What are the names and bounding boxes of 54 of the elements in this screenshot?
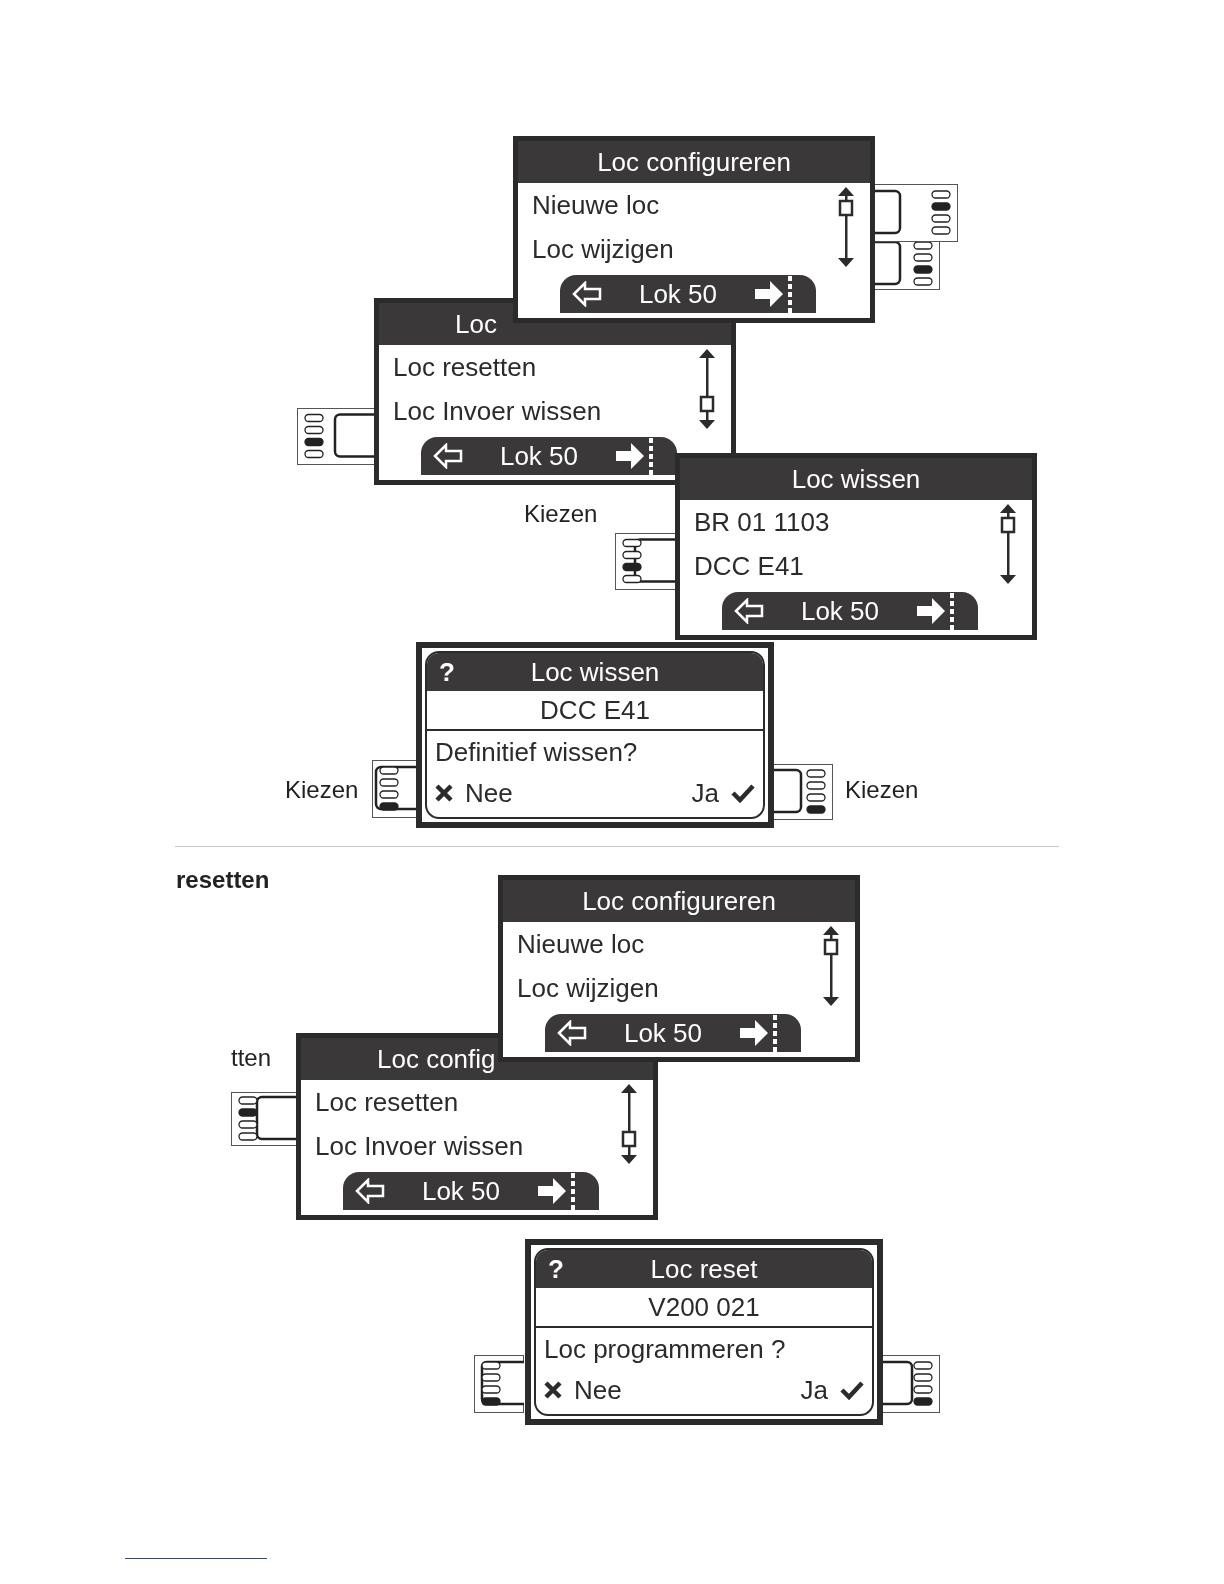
loco-tab[interactable]: Lok 50 bbox=[545, 1014, 801, 1052]
loco-tab[interactable]: Lok 50 bbox=[343, 1172, 599, 1210]
section-heading: resetten bbox=[176, 866, 270, 893]
check-icon bbox=[731, 783, 755, 803]
caption-text: tten bbox=[231, 1044, 272, 1071]
cross-icon bbox=[435, 784, 453, 802]
right-arrow-icon[interactable] bbox=[537, 1172, 577, 1210]
scrollbar-icon bbox=[821, 926, 841, 1006]
right-arrow-icon[interactable] bbox=[739, 1014, 779, 1052]
left-arrow-icon[interactable] bbox=[572, 281, 602, 307]
check-icon bbox=[840, 1380, 864, 1400]
left-arrow-icon[interactable] bbox=[433, 443, 463, 469]
caption-text: Kiezen bbox=[845, 776, 919, 803]
caption-text: Kiezen bbox=[285, 776, 359, 803]
menu-item[interactable]: Loc resetten bbox=[315, 1080, 619, 1124]
loco-name: DCC E41 bbox=[427, 691, 763, 731]
scrollbar-icon bbox=[697, 349, 717, 429]
caption-text: Kiezen bbox=[524, 500, 598, 527]
cross-icon bbox=[544, 1381, 562, 1399]
left-arrow-icon[interactable] bbox=[355, 1178, 385, 1204]
loco-tab[interactable]: Lok 50 bbox=[560, 275, 816, 313]
dialog-title: Loc wissen bbox=[529, 656, 661, 688]
menu-item[interactable]: Loc Invoer wissen bbox=[393, 389, 697, 433]
menu-item[interactable]: Loc wijzigen bbox=[532, 227, 836, 271]
screen-title: Loc wissen bbox=[680, 458, 1032, 500]
right-arrow-icon[interactable] bbox=[615, 437, 655, 475]
left-arrow-icon[interactable] bbox=[557, 1020, 587, 1046]
question-text: Loc programmeren ? bbox=[543, 1333, 787, 1366]
scrollbar-icon bbox=[619, 1084, 639, 1164]
menu-item[interactable]: Loc wijzigen bbox=[517, 966, 821, 1010]
menu-item[interactable]: BR 01 1103 bbox=[694, 500, 998, 544]
loco-tab[interactable]: Lok 50 bbox=[722, 592, 978, 630]
left-arrow-icon[interactable] bbox=[734, 598, 764, 624]
right-arrow-icon[interactable] bbox=[916, 592, 956, 630]
screen-title: Loc configureren bbox=[518, 141, 870, 183]
right-arrow-icon[interactable] bbox=[754, 275, 794, 313]
scrollbar-icon bbox=[998, 504, 1018, 584]
no-button[interactable]: Nee bbox=[544, 1370, 622, 1410]
question-icon: ? bbox=[548, 1253, 588, 1285]
menu-item[interactable]: Nieuwe loc bbox=[532, 183, 836, 227]
menu-item[interactable]: DCC E41 bbox=[694, 544, 998, 588]
menu-item[interactable]: Loc resetten bbox=[393, 345, 697, 389]
screen-title: Loc configureren bbox=[503, 880, 855, 922]
menu-item[interactable]: Loc Invoer wissen bbox=[315, 1124, 619, 1168]
menu-item[interactable]: Nieuwe loc bbox=[517, 922, 821, 966]
loco-name: V200 021 bbox=[536, 1288, 872, 1328]
scrollbar-icon bbox=[836, 187, 856, 267]
dialog-title: Loc reset bbox=[649, 1253, 759, 1285]
question-text: Definitief wissen? bbox=[434, 736, 639, 769]
loco-tab[interactable]: Lok 50 bbox=[421, 437, 677, 475]
question-icon: ? bbox=[439, 656, 479, 688]
no-button[interactable]: Nee bbox=[435, 773, 513, 813]
yes-button[interactable]: Ja bbox=[800, 1370, 864, 1410]
yes-button[interactable]: Ja bbox=[691, 773, 755, 813]
